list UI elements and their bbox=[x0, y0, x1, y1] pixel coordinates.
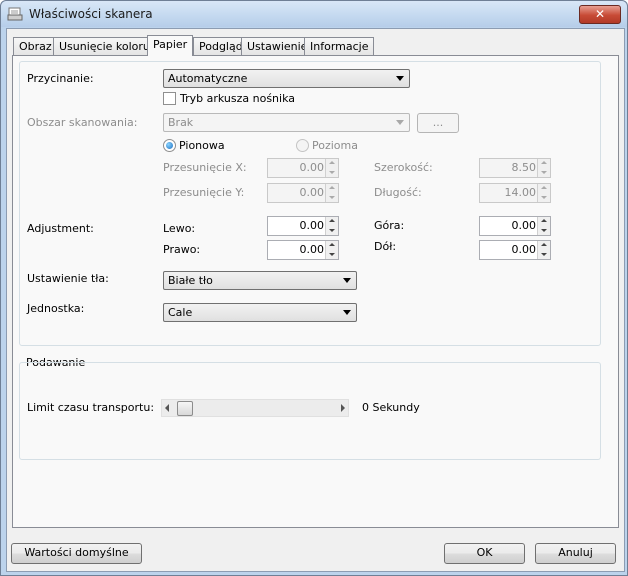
carrier-sheet-checkbox[interactable] bbox=[163, 92, 176, 105]
slider-thumb[interactable] bbox=[177, 401, 193, 416]
cropping-dropdown[interactable]: Automatyczne bbox=[163, 69, 410, 88]
spin-down-icon[interactable] bbox=[537, 250, 550, 259]
adjustment-label: Adjustment: bbox=[27, 222, 94, 235]
adjust-bottom-label: Dół: bbox=[374, 240, 397, 253]
offset-x-label: Przesunięcie X: bbox=[163, 161, 247, 174]
chevron-down-icon bbox=[343, 310, 351, 315]
spin-down-icon[interactable] bbox=[325, 168, 338, 177]
arrow-right-icon[interactable] bbox=[341, 404, 345, 412]
portrait-label[interactable]: Pionowa bbox=[179, 139, 225, 152]
adjust-right-label: Prawo: bbox=[163, 243, 201, 256]
adjust-bottom-value: 0.00 bbox=[511, 243, 537, 256]
scan-area-more-button[interactable]: ... bbox=[417, 113, 459, 133]
window-title: Właściwości skanera bbox=[29, 7, 153, 21]
chevron-down-icon bbox=[396, 76, 404, 81]
length-label: Długość: bbox=[374, 186, 422, 199]
width-spinner[interactable]: 8.50 bbox=[479, 158, 551, 178]
adjust-top-spinner[interactable]: 0.00 bbox=[479, 216, 551, 236]
title-bar[interactable]: Właściwości skanera ✕ bbox=[1, 1, 627, 27]
adjust-left-value: 0.00 bbox=[299, 219, 325, 232]
cropping-value: Automatyczne bbox=[168, 72, 248, 85]
unit-label: Jednostka: bbox=[27, 302, 85, 315]
scan-area-dropdown[interactable]: Brak bbox=[163, 113, 410, 132]
background-dropdown[interactable]: Białe tło bbox=[163, 271, 357, 290]
restore-defaults-button[interactable]: Wartości domyślne bbox=[11, 543, 142, 564]
paper-tab-panel: Przycinanie: Automatyczne Tryb arkusza n… bbox=[12, 55, 619, 528]
scanner-app-icon bbox=[7, 7, 23, 21]
offset-x-spinner[interactable]: 0.00 bbox=[267, 158, 339, 178]
ok-button[interactable]: OK bbox=[444, 543, 525, 564]
scan-area-label: Obszar skanowania: bbox=[27, 116, 138, 129]
transport-timeout-label: Limit czasu transportu: bbox=[27, 401, 155, 414]
dialog-client-area: Obraz Usunięcie koloru Papier Podgląd Us… bbox=[6, 28, 625, 572]
offset-y-label: Przesunięcie Y: bbox=[163, 186, 245, 199]
adjust-right-value: 0.00 bbox=[299, 243, 325, 256]
tab-color-dropout[interactable]: Usunięcie koloru bbox=[53, 37, 156, 55]
adjust-left-spinner[interactable]: 0.00 bbox=[267, 216, 339, 236]
cropping-label: Przycinanie: bbox=[27, 72, 94, 85]
unit-dropdown[interactable]: Cale bbox=[163, 303, 357, 322]
offset-y-value: 0.00 bbox=[299, 186, 325, 199]
landscape-label[interactable]: Pozioma bbox=[312, 139, 358, 152]
adjust-top-label: Góra: bbox=[374, 219, 405, 232]
spin-down-icon[interactable] bbox=[325, 250, 338, 259]
tab-paper[interactable]: Papier bbox=[147, 35, 194, 56]
scanner-properties-window: Właściwości skanera ✕ Obraz Usunięcie ko… bbox=[0, 0, 628, 576]
close-icon: ✕ bbox=[594, 7, 606, 21]
length-spinner[interactable]: 14.00 bbox=[479, 183, 551, 203]
paper-settings-group: Przycinanie: Automatyczne Tryb arkusza n… bbox=[19, 61, 601, 346]
offset-x-value: 0.00 bbox=[299, 161, 325, 174]
cancel-button[interactable]: Anuluj bbox=[535, 543, 616, 564]
adjust-right-spinner[interactable]: 0.00 bbox=[267, 240, 339, 260]
spin-down-icon[interactable] bbox=[325, 193, 338, 202]
carrier-sheet-label[interactable]: Tryb arkusza nośnika bbox=[180, 92, 295, 105]
adjust-bottom-spinner[interactable]: 0.00 bbox=[479, 240, 551, 260]
background-value: Białe tło bbox=[168, 274, 213, 287]
tab-information[interactable]: Informacje bbox=[304, 37, 375, 55]
width-value: 8.50 bbox=[511, 161, 537, 174]
tab-image[interactable]: Obraz bbox=[13, 37, 58, 55]
chevron-down-icon bbox=[343, 278, 351, 283]
spin-down-icon[interactable] bbox=[537, 226, 550, 235]
width-label: Szerokość: bbox=[374, 161, 433, 174]
chevron-down-icon bbox=[396, 120, 404, 125]
spin-down-icon[interactable] bbox=[537, 193, 550, 202]
spin-down-icon[interactable] bbox=[537, 168, 550, 177]
background-label: Ustawienie tła: bbox=[27, 272, 109, 285]
offset-y-spinner[interactable]: 0.00 bbox=[267, 183, 339, 203]
portrait-radio[interactable] bbox=[163, 139, 176, 152]
unit-value: Cale bbox=[168, 306, 193, 319]
transport-timeout-value: 0 Sekundy bbox=[362, 401, 420, 414]
close-button[interactable]: ✕ bbox=[579, 5, 621, 24]
feeding-group: Limit czasu transportu: 0 Sekundy bbox=[19, 362, 601, 460]
tab-settings[interactable]: Ustawienie bbox=[241, 37, 314, 55]
adjust-left-label: Lewo: bbox=[163, 222, 196, 235]
scan-area-value: Brak bbox=[168, 116, 194, 129]
spin-down-icon[interactable] bbox=[325, 226, 338, 235]
arrow-left-icon[interactable] bbox=[165, 404, 169, 412]
adjust-top-value: 0.00 bbox=[511, 219, 537, 232]
landscape-radio[interactable] bbox=[296, 139, 309, 152]
transport-timeout-slider[interactable] bbox=[161, 399, 349, 417]
length-value: 14.00 bbox=[504, 186, 537, 199]
